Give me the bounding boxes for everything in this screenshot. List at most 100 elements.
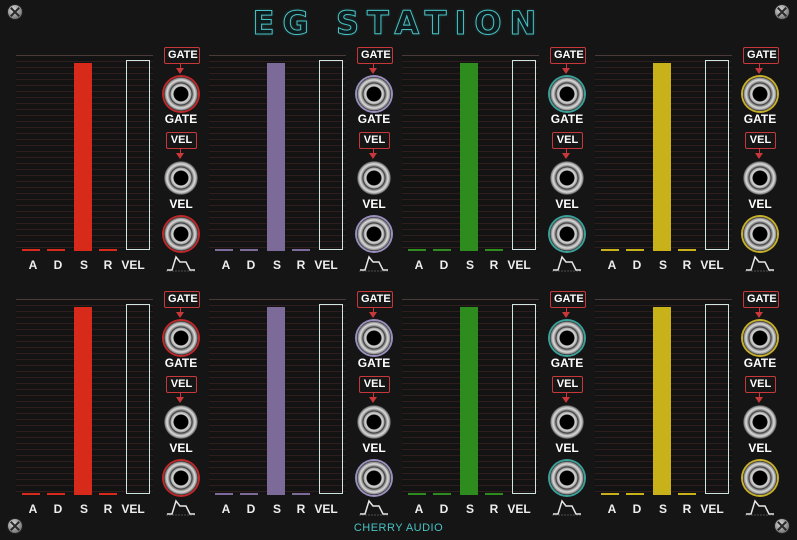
- s-level-bar[interactable]: [653, 63, 671, 251]
- r-label: R: [682, 258, 692, 272]
- envelope-shape-icon: [745, 255, 775, 272]
- r-level-bar[interactable]: [485, 249, 503, 251]
- r-label: R: [103, 502, 113, 516]
- a-label: A: [414, 258, 424, 272]
- envelope-module-7: A D S R VEL GATE GATE VEL VEL: [386, 291, 586, 540]
- d-label: D: [632, 502, 642, 516]
- gate-arrow-icon: [562, 68, 570, 74]
- d-level-bar[interactable]: [47, 249, 65, 251]
- adsr-display: [16, 299, 153, 495]
- s-label: S: [79, 258, 88, 272]
- gate-in-tag: GATE: [743, 47, 779, 64]
- title-text: EG STATION: [252, 4, 545, 43]
- vel-in-tag: VEL: [745, 132, 776, 149]
- r-level-bar[interactable]: [292, 493, 310, 495]
- a-level-bar[interactable]: [408, 249, 426, 251]
- vel-in-tag: VEL: [745, 376, 776, 393]
- a-level-bar[interactable]: [22, 493, 40, 495]
- a-level-bar[interactable]: [215, 493, 233, 495]
- velocity-input-jack[interactable]: [743, 405, 777, 439]
- envelope-shape-icon: [745, 499, 775, 516]
- a-level-bar[interactable]: [408, 493, 426, 495]
- r-level-bar[interactable]: [292, 249, 310, 251]
- d-level-bar[interactable]: [433, 493, 451, 495]
- d-level-bar[interactable]: [626, 249, 644, 251]
- d-level-bar[interactable]: [47, 493, 65, 495]
- s-level-bar[interactable]: [267, 307, 285, 495]
- a-level-bar[interactable]: [601, 249, 619, 251]
- adsr-display: [402, 55, 539, 251]
- gate-arrow-icon: [369, 68, 377, 74]
- adsr-display: [595, 55, 732, 251]
- r-level-bar[interactable]: [99, 493, 117, 495]
- brand-label: CHERRY AUDIO: [353, 522, 444, 534]
- envelope-module-6: A D S R VEL GATE GATE VEL VEL: [193, 291, 393, 540]
- envelope-output-jack[interactable]: [743, 461, 777, 495]
- a-label: A: [28, 502, 38, 516]
- d-label: D: [246, 258, 256, 272]
- vel-label: VEL: [314, 502, 338, 516]
- d-level-bar[interactable]: [240, 249, 258, 251]
- vel-label: VEL: [507, 258, 531, 272]
- vel-arrow-icon: [369, 397, 377, 403]
- s-level-bar[interactable]: [653, 307, 671, 495]
- velocity-meter: [126, 304, 150, 494]
- a-level-bar[interactable]: [601, 493, 619, 495]
- vel-label: VEL: [314, 258, 338, 272]
- gate-input-jack[interactable]: [743, 321, 777, 355]
- envelope-shape-icon: [552, 255, 582, 272]
- s-level-bar[interactable]: [74, 307, 92, 495]
- gate-arrow-icon: [176, 312, 184, 318]
- vel-label: VEL: [700, 502, 724, 516]
- r-level-bar[interactable]: [678, 249, 696, 251]
- r-level-bar[interactable]: [485, 493, 503, 495]
- s-label: S: [465, 258, 474, 272]
- velocity-meter: [319, 60, 343, 250]
- gate-input-jack[interactable]: [743, 77, 777, 111]
- s-label: S: [465, 502, 474, 516]
- a-level-bar[interactable]: [22, 249, 40, 251]
- vel-arrow-icon: [755, 153, 763, 159]
- vel-jack-label: VEL: [748, 197, 772, 211]
- d-level-bar[interactable]: [240, 493, 258, 495]
- a-label: A: [28, 258, 38, 272]
- d-label: D: [439, 502, 449, 516]
- r-level-bar[interactable]: [99, 249, 117, 251]
- r-label: R: [296, 258, 306, 272]
- s-label: S: [658, 258, 667, 272]
- envelope-module-3: A D S R VEL GATE GATE VEL VEL: [386, 47, 586, 296]
- s-level-bar[interactable]: [460, 307, 478, 495]
- s-label: S: [272, 258, 281, 272]
- adsr-display: [209, 299, 346, 495]
- d-label: D: [439, 258, 449, 272]
- gate-arrow-icon: [562, 312, 570, 318]
- envelope-shape-icon: [166, 255, 196, 272]
- vel-label: VEL: [700, 258, 724, 272]
- r-level-bar[interactable]: [678, 493, 696, 495]
- d-level-bar[interactable]: [433, 249, 451, 251]
- r-label: R: [489, 258, 499, 272]
- velocity-input-jack[interactable]: [743, 161, 777, 195]
- gate-arrow-icon: [755, 68, 763, 74]
- gate-arrow-icon: [369, 312, 377, 318]
- vel-jack-label: VEL: [748, 441, 772, 455]
- s-label: S: [79, 502, 88, 516]
- d-label: D: [246, 502, 256, 516]
- d-level-bar[interactable]: [626, 493, 644, 495]
- a-label: A: [414, 502, 424, 516]
- r-label: R: [682, 502, 692, 516]
- gate-in-tag: GATE: [743, 291, 779, 308]
- envelope-output-jack[interactable]: [743, 217, 777, 251]
- eg-station-panel: EG STATION A D S R VEL GATE GATE VEL VEL A D S R VEL G…: [0, 0, 797, 540]
- a-label: A: [221, 502, 231, 516]
- adsr-display: [209, 55, 346, 251]
- adsr-display: [402, 299, 539, 495]
- a-label: A: [221, 258, 231, 272]
- vel-arrow-icon: [369, 153, 377, 159]
- envelope-module-4: A D S R VEL GATE GATE VEL VEL: [579, 47, 779, 296]
- s-level-bar[interactable]: [267, 63, 285, 251]
- s-level-bar[interactable]: [460, 63, 478, 251]
- a-level-bar[interactable]: [215, 249, 233, 251]
- vel-label: VEL: [121, 502, 145, 516]
- s-level-bar[interactable]: [74, 63, 92, 251]
